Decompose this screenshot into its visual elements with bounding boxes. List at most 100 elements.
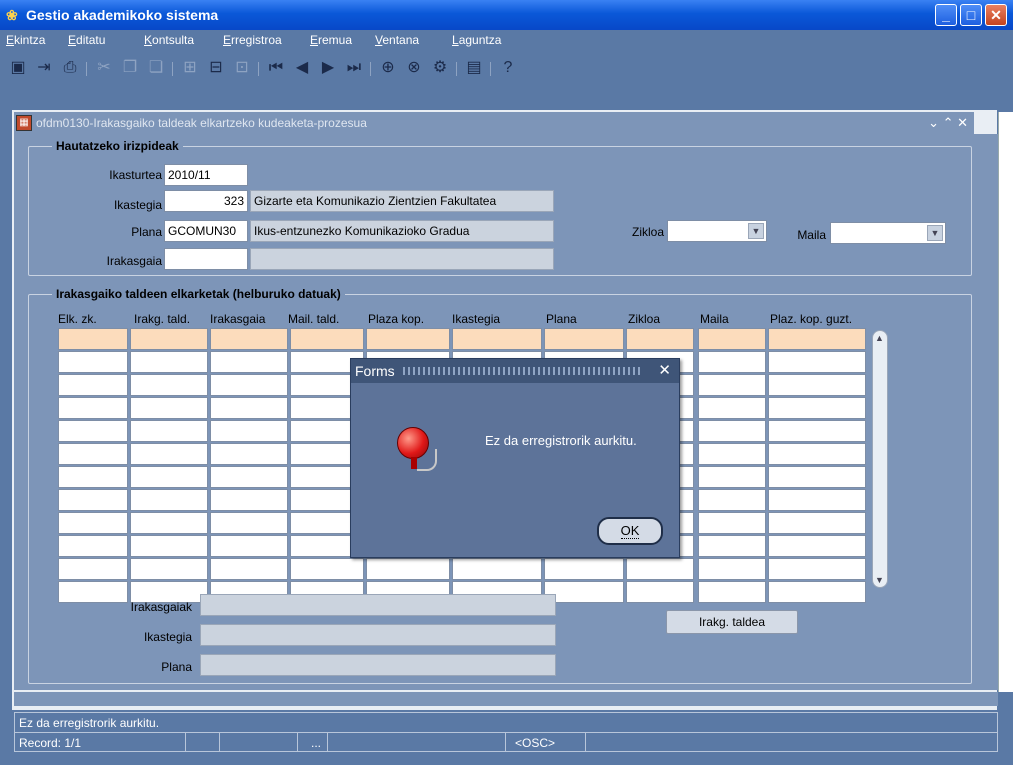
first-record-icon[interactable]: ⏮ (266, 58, 286, 78)
zikloa-select[interactable]: ▼ (667, 220, 767, 242)
maila-select[interactable]: ▼ (830, 222, 946, 244)
chevron-down-icon[interactable]: ▼ (927, 225, 943, 241)
grid-cell[interactable] (544, 558, 624, 580)
grid-cell[interactable] (290, 558, 364, 580)
grid-cell[interactable] (58, 489, 128, 511)
grid-cell[interactable] (366, 328, 450, 350)
grid-cell[interactable] (698, 581, 766, 603)
maximize-button[interactable]: □ (960, 4, 982, 26)
ikasturtea-field[interactable]: 2010/11 (164, 164, 248, 186)
grid-cell[interactable] (210, 351, 288, 373)
close-button[interactable]: ✕ (985, 4, 1007, 26)
grid-cell[interactable] (768, 512, 866, 534)
grid-cell[interactable] (290, 328, 364, 350)
grid-cell[interactable] (210, 489, 288, 511)
menu-erregistroa[interactable]: Erregistroa (223, 30, 282, 50)
grid-cell[interactable] (130, 328, 208, 350)
copy-icon[interactable]: ❐ (120, 58, 140, 78)
grid-cell[interactable] (210, 443, 288, 465)
menu-eremua[interactable]: Eremua (310, 30, 352, 50)
grid-cell[interactable] (626, 558, 694, 580)
grid-cell[interactable] (698, 328, 766, 350)
grid-cell[interactable] (210, 512, 288, 534)
menu-ventana[interactable]: Ventana (375, 30, 419, 50)
grid-cell[interactable] (768, 535, 866, 557)
grid-cell[interactable] (768, 397, 866, 419)
print-icon[interactable]: ⎙ (60, 58, 80, 78)
grid-cell[interactable] (130, 351, 208, 373)
enter-query-icon[interactable]: ⊕ (378, 58, 398, 78)
next-record-icon[interactable]: ▶ (318, 58, 338, 78)
window-titlebar[interactable]: ❀ Gestio akademikoko sistema _ □ ✕ (0, 0, 1013, 30)
grid-cell[interactable] (58, 420, 128, 442)
help-icon[interactable]: ? (498, 58, 518, 78)
grid-cell[interactable] (768, 558, 866, 580)
delete-record-icon[interactable]: ⊟ (206, 58, 226, 78)
grid-cell[interactable] (210, 466, 288, 488)
menu-ekintza[interactable]: Ekintza (6, 30, 45, 50)
scroll-down-icon[interactable]: ▼ (875, 575, 884, 585)
grid-cell[interactable] (698, 512, 766, 534)
ikastegia-code-field[interactable]: 323 (164, 190, 248, 212)
scroll-up-icon[interactable]: ▲ (875, 333, 884, 343)
previous-record-icon[interactable]: ◀ (292, 58, 312, 78)
vertical-scrollbar[interactable] (998, 112, 1013, 692)
grid-cell[interactable] (544, 328, 624, 350)
irakg-taldea-button[interactable]: Irakg. taldea (666, 610, 798, 634)
grid-cell[interactable] (210, 558, 288, 580)
dialog-titlebar[interactable]: Forms ✕ (351, 359, 679, 383)
grid-cell[interactable] (452, 558, 542, 580)
grid-cell[interactable] (768, 489, 866, 511)
grid-cell[interactable] (698, 443, 766, 465)
grid-cell[interactable] (130, 535, 208, 557)
grid-cell[interactable] (698, 558, 766, 580)
grid-cell[interactable] (698, 535, 766, 557)
grid-cell[interactable] (58, 535, 128, 557)
insert-record-icon[interactable]: ⊞ (180, 58, 200, 78)
grid-cell[interactable] (58, 512, 128, 534)
paste-icon[interactable]: ❏ (146, 58, 166, 78)
irakasgaia-code-field[interactable] (164, 248, 248, 270)
menu-editatu[interactable]: Editatu (68, 30, 105, 50)
grid-cell[interactable] (210, 535, 288, 557)
last-record-icon[interactable]: ⏭ (344, 58, 364, 78)
grid-cell[interactable] (626, 328, 694, 350)
grid-cell[interactable] (698, 466, 766, 488)
grid-cell[interactable] (366, 558, 450, 580)
grid-cell[interactable] (698, 489, 766, 511)
horizontal-scrollbar[interactable] (14, 692, 998, 706)
grid-cell[interactable] (698, 351, 766, 373)
grid-cell[interactable] (58, 351, 128, 373)
grid-cell[interactable] (544, 581, 624, 603)
grid-cell[interactable] (210, 328, 288, 350)
menu-laguntza[interactable]: Laguntza (452, 30, 501, 50)
execute-query-icon[interactable]: ⚙ (430, 58, 450, 78)
form-window-controls[interactable]: ⌄ ⌃ ✕ (928, 112, 968, 134)
grid-cell[interactable] (768, 328, 866, 350)
grid-cell[interactable] (58, 443, 128, 465)
grid-cell[interactable] (58, 558, 128, 580)
grid-cell[interactable] (768, 420, 866, 442)
exit-icon[interactable]: ⇥ (34, 58, 54, 78)
grid-cell[interactable] (210, 374, 288, 396)
grid-cell[interactable] (626, 581, 694, 603)
duplicate-record-icon[interactable]: ⊡ (232, 58, 252, 78)
form-titlebar[interactable]: ▦ ofdm0130-Irakasgaiko taldeak elkartzek… (14, 112, 974, 134)
grid-cell[interactable] (130, 374, 208, 396)
grid-cell[interactable] (768, 466, 866, 488)
grid-cell[interactable] (58, 328, 128, 350)
ok-button[interactable]: OK (597, 517, 663, 545)
edit-icon[interactable]: ▤ (464, 58, 484, 78)
grid-cell[interactable] (58, 374, 128, 396)
close-icon[interactable]: ✕ (658, 359, 671, 383)
grid-cell[interactable] (130, 397, 208, 419)
save-icon[interactable]: ▣ (8, 58, 28, 78)
grid-cell[interactable] (768, 443, 866, 465)
grid-cell[interactable] (452, 328, 542, 350)
grid-cell[interactable] (58, 397, 128, 419)
grid-cell[interactable] (130, 512, 208, 534)
grid-cell[interactable] (698, 374, 766, 396)
grid-scrollbar[interactable]: ▲ ▼ (872, 330, 888, 588)
grid-cell[interactable] (130, 466, 208, 488)
grid-cell[interactable] (130, 420, 208, 442)
